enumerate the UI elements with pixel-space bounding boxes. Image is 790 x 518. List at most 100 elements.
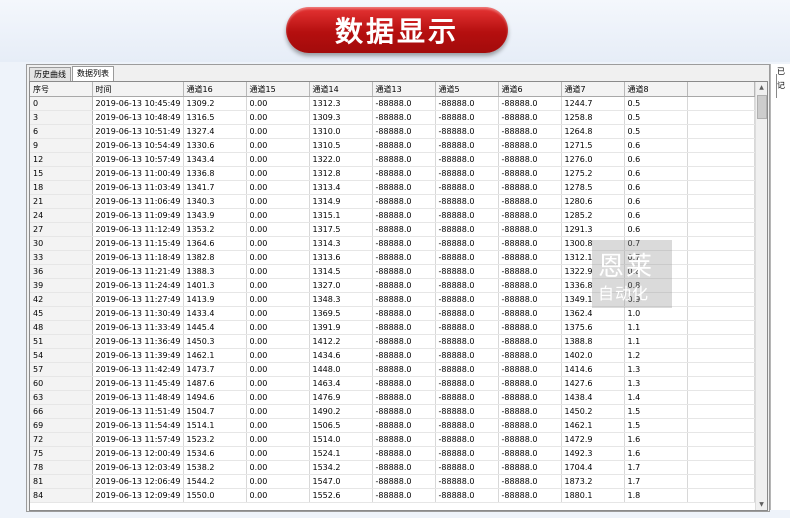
table-cell: 1476.9 bbox=[309, 390, 373, 405]
column-header[interactable]: 序号 bbox=[30, 82, 93, 97]
column-header[interactable]: 通道16 bbox=[183, 82, 247, 97]
table-row[interactable]: 48 2019-06-13 11:33:49 1445.4 0.00 1391.9 -88… bbox=[30, 320, 755, 335]
column-header[interactable]: 通道15 bbox=[246, 82, 310, 97]
vertical-scrollbar[interactable]: ▲ ▼ bbox=[755, 82, 767, 510]
table-row[interactable]: 18 2019-06-13 11:03:49 1341.7 0.00 1313.4 -88… bbox=[30, 180, 755, 195]
column-header[interactable]: 通道8 bbox=[624, 82, 688, 97]
table-cell: 0.00 bbox=[246, 362, 310, 377]
column-header[interactable]: 时间 bbox=[92, 82, 184, 97]
table-cell: 0.00 bbox=[246, 236, 310, 251]
table-cell: 1244.7 bbox=[561, 96, 625, 111]
table-row[interactable]: 3 2019-06-13 10:48:49 1316.5 0.00 1309.3 -888… bbox=[30, 110, 755, 125]
table-cell: 2019-06-13 11:06:49 bbox=[92, 194, 184, 209]
table-cell: 0.00 bbox=[246, 194, 310, 209]
table-cell: 1264.8 bbox=[561, 124, 625, 139]
table-row[interactable]: 51 2019-06-13 11:36:49 1450.3 0.00 1412.2 -88… bbox=[30, 334, 755, 349]
table-cell: 2019-06-13 10:45:49 bbox=[92, 96, 184, 111]
table-cell: 1340.3 bbox=[183, 194, 247, 209]
table-cell: 0.00 bbox=[246, 278, 310, 293]
table-row[interactable]: 21 2019-06-13 11:06:49 1340.3 0.00 1314.9 -88… bbox=[30, 194, 755, 209]
column-header[interactable]: 通道7 bbox=[561, 82, 625, 97]
row-index-cell: 27 bbox=[30, 222, 93, 237]
table-cell: 1.3 bbox=[624, 362, 688, 377]
table-cell: 1490.2 bbox=[309, 404, 373, 419]
table-row[interactable]: 45 2019-06-13 11:30:49 1433.4 0.00 1369.5 -88… bbox=[30, 306, 755, 321]
table-cell-filler bbox=[687, 306, 755, 321]
table-cell: -88888.0 bbox=[372, 320, 436, 335]
table-cell: 2019-06-13 11:18:49 bbox=[92, 250, 184, 265]
table-row[interactable]: 0 2019-06-13 10:45:49 1309.2 0.00 1312.3 -888… bbox=[30, 96, 755, 111]
table-row[interactable]: 54 2019-06-13 11:39:49 1462.1 0.00 1434.6 -88… bbox=[30, 348, 755, 363]
table-cell: -88888.0 bbox=[435, 376, 499, 391]
row-index-cell: 72 bbox=[30, 432, 93, 447]
table-cell: 2019-06-13 11:12:49 bbox=[92, 222, 184, 237]
table-row[interactable]: 72 2019-06-13 11:57:49 1523.2 0.00 1514.0 -88… bbox=[30, 432, 755, 447]
table-cell: -88888.0 bbox=[435, 110, 499, 125]
table-cell: 1278.5 bbox=[561, 180, 625, 195]
table-row[interactable]: 57 2019-06-13 11:42:49 1473.7 0.00 1448.0 -88… bbox=[30, 362, 755, 377]
table-cell: -88888.0 bbox=[498, 278, 562, 293]
table-row[interactable]: 9 2019-06-13 10:54:49 1330.6 0.00 1310.5 -888… bbox=[30, 138, 755, 153]
table-row[interactable]: 75 2019-06-13 12:00:49 1534.6 0.00 1524.1 -88… bbox=[30, 446, 755, 461]
table-cell: 1.2 bbox=[624, 348, 688, 363]
side-tree-panel: 已 记 bbox=[770, 64, 790, 510]
tab-history-curve[interactable]: 历史曲线 bbox=[29, 67, 71, 81]
table-row[interactable]: 81 2019-06-13 12:06:49 1544.2 0.00 1547.0 -88… bbox=[30, 474, 755, 489]
column-header[interactable]: 通道5 bbox=[435, 82, 499, 97]
scrollbar-thumb[interactable] bbox=[757, 95, 767, 119]
row-index-cell: 66 bbox=[30, 404, 93, 419]
table-cell: -88888.0 bbox=[372, 110, 436, 125]
table-cell: -88888.0 bbox=[372, 432, 436, 447]
table-row[interactable]: 78 2019-06-13 12:03:49 1538.2 0.00 1534.2 -88… bbox=[30, 460, 755, 475]
table-cell: 1506.5 bbox=[309, 418, 373, 433]
table-cell: 0.00 bbox=[246, 180, 310, 195]
table-cell: 2019-06-13 11:24:49 bbox=[92, 278, 184, 293]
row-index-cell: 33 bbox=[30, 250, 93, 265]
scroll-down-arrow-icon[interactable]: ▼ bbox=[756, 499, 767, 510]
table-row[interactable]: 66 2019-06-13 11:51:49 1504.7 0.00 1490.2 -88… bbox=[30, 404, 755, 419]
tab-data-list[interactable]: 数据列表 bbox=[72, 66, 114, 82]
table-cell-filler bbox=[687, 180, 755, 195]
table-cell: 1.1 bbox=[624, 334, 688, 349]
table-row[interactable]: 6 2019-06-13 10:51:49 1327.4 0.00 1310.0 -888… bbox=[30, 124, 755, 139]
table-row[interactable]: 15 2019-06-13 11:00:49 1336.8 0.00 1312.8 -88… bbox=[30, 166, 755, 181]
table-cell: 1880.1 bbox=[561, 488, 625, 503]
column-header[interactable]: 通道6 bbox=[498, 82, 562, 97]
table-row[interactable]: 12 2019-06-13 10:57:49 1343.4 0.00 1322.0 -88… bbox=[30, 152, 755, 167]
table-cell-filler bbox=[687, 446, 755, 461]
tree-node[interactable]: 已 bbox=[777, 66, 785, 77]
table-cell-filler bbox=[687, 348, 755, 363]
table-cell: -88888.0 bbox=[372, 152, 436, 167]
table-cell: 1413.9 bbox=[183, 292, 247, 307]
table-row[interactable]: 63 2019-06-13 11:48:49 1494.6 0.00 1476.9 -88… bbox=[30, 390, 755, 405]
table-cell-filler bbox=[687, 264, 755, 279]
table-cell: -88888.0 bbox=[498, 194, 562, 209]
table-cell: -88888.0 bbox=[498, 460, 562, 475]
tree-node[interactable]: 记 bbox=[777, 80, 785, 91]
table-cell: 1314.9 bbox=[309, 194, 373, 209]
table-cell: 1401.3 bbox=[183, 278, 247, 293]
table-row[interactable]: 60 2019-06-13 11:45:49 1487.6 0.00 1463.4 -88… bbox=[30, 376, 755, 391]
table-cell: 1.6 bbox=[624, 446, 688, 461]
table-cell: -88888.0 bbox=[498, 362, 562, 377]
table-cell: 0.00 bbox=[246, 124, 310, 139]
table-cell: 1487.6 bbox=[183, 376, 247, 391]
table-cell: 2019-06-13 11:39:49 bbox=[92, 348, 184, 363]
table-cell: -88888.0 bbox=[498, 292, 562, 307]
scroll-up-arrow-icon[interactable]: ▲ bbox=[756, 82, 767, 93]
table-row[interactable]: 24 2019-06-13 11:09:49 1343.9 0.00 1315.1 -88… bbox=[30, 208, 755, 223]
column-header[interactable]: 通道13 bbox=[372, 82, 436, 97]
table-cell: -88888.0 bbox=[372, 250, 436, 265]
table-cell: 0.00 bbox=[246, 166, 310, 181]
table-cell: 0.00 bbox=[246, 474, 310, 489]
table-cell: 1.8 bbox=[624, 488, 688, 503]
table-cell: 0.00 bbox=[246, 446, 310, 461]
table-cell: 0.00 bbox=[246, 152, 310, 167]
table-row[interactable]: 84 2019-06-13 12:09:49 1550.0 0.00 1552.6 -88… bbox=[30, 488, 755, 503]
column-header[interactable]: 通道14 bbox=[309, 82, 373, 97]
table-row[interactable]: 69 2019-06-13 11:54:49 1514.1 0.00 1506.5 -88… bbox=[30, 418, 755, 433]
table-cell: -88888.0 bbox=[435, 166, 499, 181]
table-row[interactable]: 27 2019-06-13 11:12:49 1353.2 0.00 1317.5 -88… bbox=[30, 222, 755, 237]
table-cell: 0.00 bbox=[246, 334, 310, 349]
table-cell: -88888.0 bbox=[435, 152, 499, 167]
